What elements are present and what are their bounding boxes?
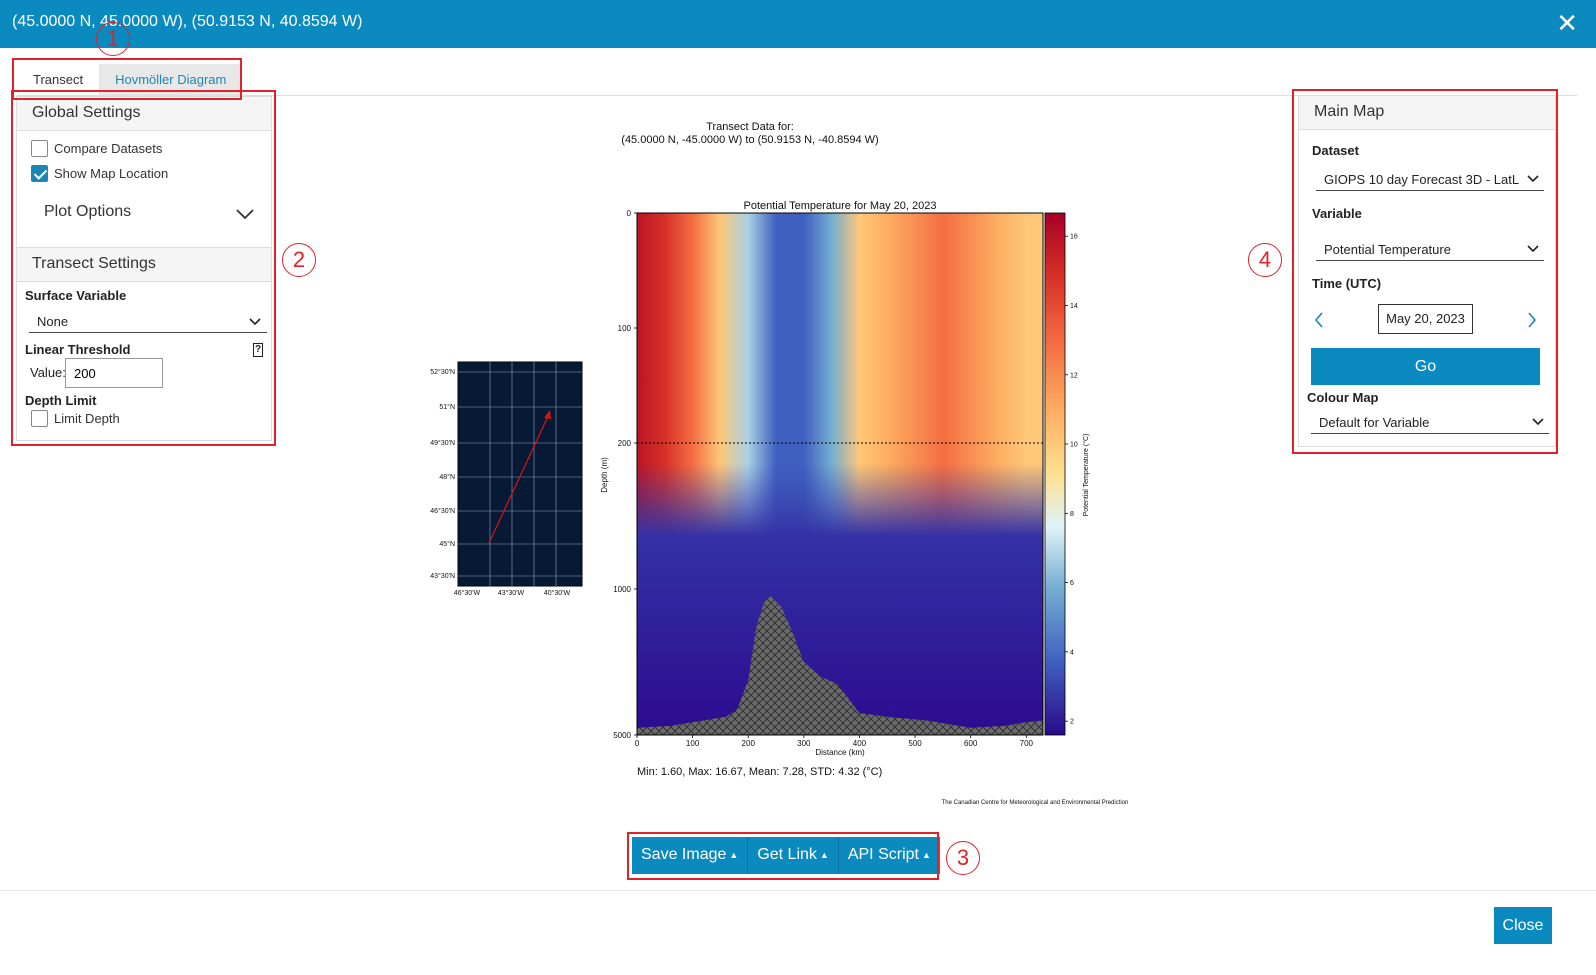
- x-tick-label: 500: [908, 739, 922, 748]
- dialog-title: (45.0000 N, 45.0000 W), (50.9153 N, 40.8…: [12, 13, 363, 30]
- close-icon[interactable]: ✕: [1556, 9, 1578, 37]
- colorbar-tick-label: 4: [1070, 649, 1074, 656]
- y-tick-label: 1000: [613, 585, 631, 594]
- annotation-box-4: [1292, 89, 1558, 454]
- x-tick-label: 300: [797, 739, 811, 748]
- x-tick-label: 600: [964, 739, 978, 748]
- annotation-number-2: 2: [282, 243, 316, 277]
- colorbar-tick-label: 12: [1070, 372, 1078, 379]
- map-latitude-label: 49°30'N: [430, 439, 455, 447]
- colorbar: [1044, 212, 1066, 736]
- y-tick-label: 200: [618, 439, 632, 448]
- chart-title: Potential Temperature for May 20, 2023: [743, 200, 936, 212]
- y-tick-label: 5000: [613, 731, 631, 740]
- annotation-number-3: 3: [946, 841, 980, 875]
- footer-divider: [0, 890, 1596, 891]
- map-latitude-label: 46°30'N: [430, 507, 455, 515]
- map-latitude-label: 45°N: [439, 540, 455, 548]
- colorbar-tick-label: 2: [1070, 719, 1074, 726]
- plot-statistics: Min: 1.60, Max: 16.67, Mean: 7.28, STD: …: [637, 766, 883, 778]
- dialog-title-bar: (45.0000 N, 45.0000 W), (50.9153 N, 40.8…: [0, 0, 1596, 48]
- map-ocean: [458, 362, 582, 586]
- annotation-number-1: 1: [96, 22, 130, 56]
- colorbar-tick-label: 8: [1070, 511, 1074, 518]
- x-tick-label: 200: [742, 739, 756, 748]
- y-axis-label: Depth (m): [600, 457, 609, 493]
- x-axis-label: Distance (km): [815, 748, 865, 757]
- x-tick-label: 700: [1020, 739, 1034, 748]
- colorbar-label: Potential Temperature (°C): [1082, 434, 1090, 517]
- colorbar-tick-label: 10: [1070, 442, 1078, 449]
- surface-temperature-field: [637, 213, 1043, 735]
- y-tick-label: 100: [618, 324, 632, 333]
- annotation-box-2: [11, 90, 276, 446]
- colorbar-tick-label: 6: [1070, 580, 1074, 587]
- map-latitude-label: 52°30'N: [430, 368, 455, 376]
- x-tick-label: 0: [635, 739, 640, 748]
- x-tick-label: 400: [853, 739, 867, 748]
- x-tick-label: 100: [686, 739, 700, 748]
- annotation-box-3: [627, 832, 939, 880]
- plot-header: Transect Data for: (45.0000 N, -45.0000 …: [560, 121, 940, 147]
- map-latitude-label: 48°N: [439, 473, 455, 481]
- plot-header-line2: (45.0000 N, -45.0000 W) to (50.9153 N, -…: [621, 134, 879, 146]
- colorbar-tick-label: 14: [1070, 303, 1078, 310]
- close-button[interactable]: Close: [1494, 907, 1552, 944]
- plot-credit: The Canadian Centre for Meteorological a…: [941, 800, 1129, 806]
- map-latitude-label: 43°30'N: [430, 572, 455, 580]
- y-tick-label: 0: [627, 209, 632, 218]
- colorbar-tick-label: 16: [1070, 234, 1078, 241]
- map-longitude-label: 46°30'W: [454, 589, 481, 597]
- map-latitude-label: 51°N: [439, 403, 455, 411]
- transect-chart: Potential Temperature for May 20, 2023 0…: [600, 200, 1090, 757]
- map-inset: 52°30'N 51°N 49°30'N 48°N 46°30'N 45°N 43°30'N…: [430, 361, 583, 597]
- map-longitude-label: 40°30'W: [544, 589, 571, 597]
- plot-header-line1: Transect Data for:: [706, 121, 794, 133]
- map-longitude-label: 43°30'W: [498, 589, 525, 597]
- annotation-number-4: 4: [1248, 243, 1282, 277]
